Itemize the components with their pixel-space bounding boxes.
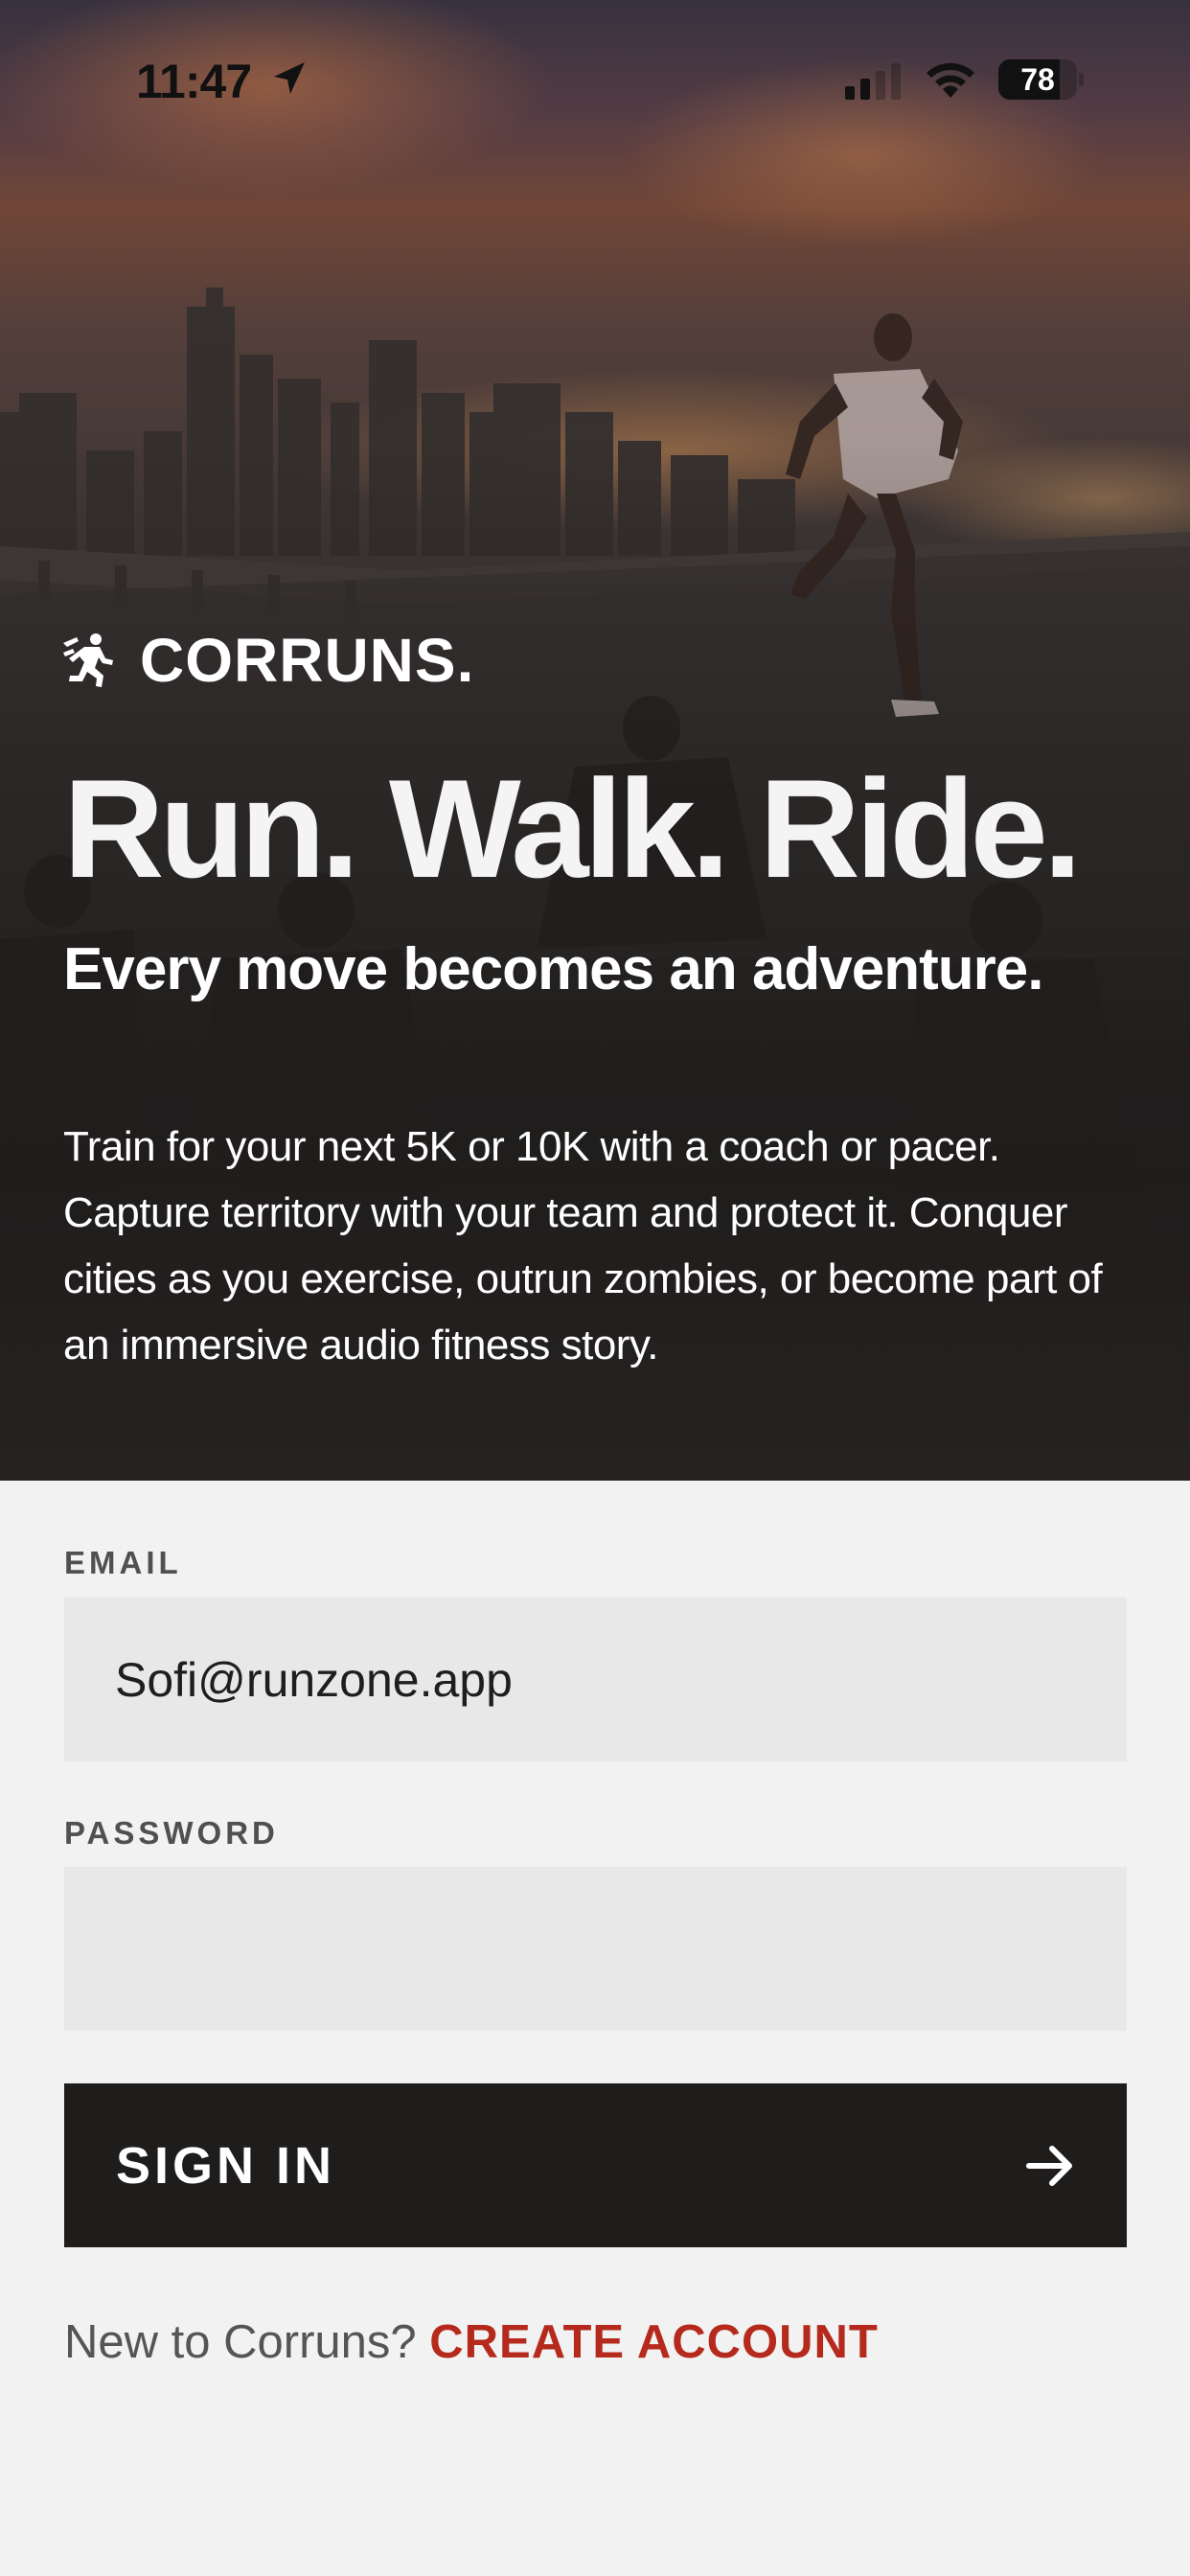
sign-in-button[interactable]: SIGN IN bbox=[64, 2083, 1127, 2247]
create-account-link[interactable]: CREATE ACCOUNT bbox=[429, 2316, 879, 2368]
battery-cap bbox=[1079, 73, 1084, 86]
new-user-text: New to Corruns? bbox=[64, 2316, 430, 2368]
email-field[interactable] bbox=[64, 1598, 1127, 1761]
battery-icon: 78 bbox=[998, 59, 1084, 100]
battery-body: 78 bbox=[998, 59, 1077, 100]
status-bar: 11:47 78 bbox=[0, 0, 1190, 153]
location-arrow-icon bbox=[274, 62, 305, 94]
brand-logo: CORRUNS. bbox=[63, 625, 474, 696]
runner-logo-icon bbox=[63, 633, 113, 687]
create-account-prompt: New to Corruns? CREATE ACCOUNT bbox=[64, 2315, 879, 2369]
sign-in-label: SIGN IN bbox=[116, 2136, 336, 2195]
password-label: PASSWORD bbox=[64, 1815, 279, 1851]
hero-section: CORRUNS. Run. Walk. Ride. Every move bec… bbox=[0, 0, 1190, 1481]
password-field[interactable] bbox=[64, 1867, 1127, 2031]
brand-name: CORRUNS. bbox=[140, 626, 475, 695]
cellular-signal-icon bbox=[845, 63, 901, 100]
subheadline: Every move becomes an adventure. bbox=[63, 936, 1043, 1002]
arrow-right-icon bbox=[1026, 2145, 1072, 2186]
headline: Run. Walk. Ride. bbox=[63, 750, 1082, 907]
battery-percentage: 78 bbox=[1020, 62, 1055, 97]
email-label: EMAIL bbox=[64, 1545, 182, 1580]
description: Train for your next 5K or 10K with a coa… bbox=[63, 1123, 1103, 1368]
wifi-icon bbox=[927, 62, 974, 98]
status-time: 11:47 bbox=[136, 55, 252, 108]
